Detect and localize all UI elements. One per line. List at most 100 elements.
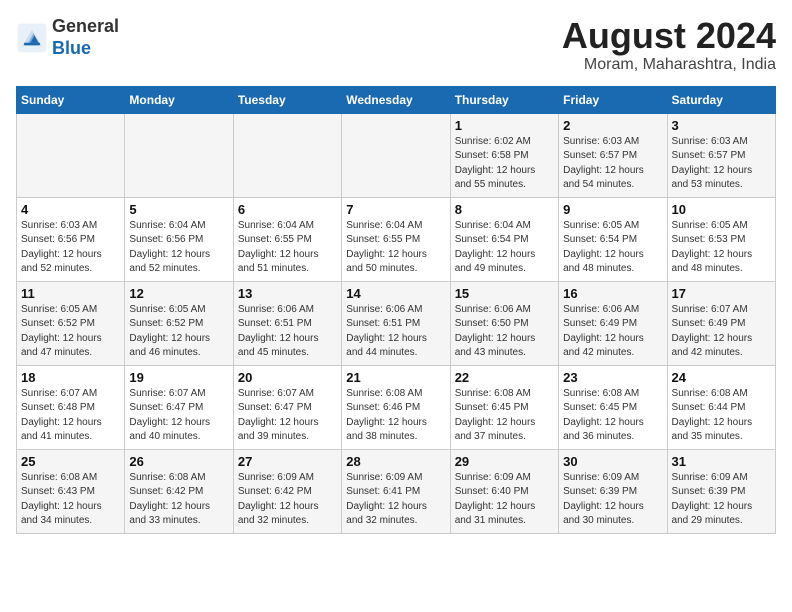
calendar-cell: 3 Sunrise: 6:03 AM Sunset: 6:57 PM Daylig… bbox=[667, 113, 775, 197]
calendar-cell: 21 Sunrise: 6:08 AM Sunset: 6:46 PM Dayli… bbox=[342, 365, 450, 449]
day-number: 11 bbox=[21, 286, 120, 301]
calendar-cell: 11 Sunrise: 6:05 AM Sunset: 6:52 PM Dayli… bbox=[17, 281, 125, 365]
weekday-header: Sunday bbox=[17, 86, 125, 113]
day-info: Sunrise: 6:04 AM Sunset: 6:56 PM Dayligh… bbox=[129, 219, 228, 277]
month-year-title: August 2024 bbox=[562, 16, 776, 56]
calendar-cell: 9 Sunrise: 6:05 AM Sunset: 6:54 PM Daylig… bbox=[559, 197, 667, 281]
day-info: Sunrise: 6:07 AM Sunset: 6:48 PM Dayligh… bbox=[21, 387, 120, 445]
day-info: Sunrise: 6:09 AM Sunset: 6:42 PM Dayligh… bbox=[238, 471, 337, 529]
day-info: Sunrise: 6:08 AM Sunset: 6:46 PM Dayligh… bbox=[346, 387, 445, 445]
day-info: Sunrise: 6:05 AM Sunset: 6:52 PM Dayligh… bbox=[21, 303, 120, 361]
calendar-cell: 4Sunrise: 6:03 AM Sunset: 6:56 PM Daylig… bbox=[17, 197, 125, 281]
day-number: 16 bbox=[563, 286, 662, 301]
day-number: 2 bbox=[563, 118, 662, 133]
calendar-cell: 13 Sunrise: 6:06 AM Sunset: 6:51 PM Dayli… bbox=[233, 281, 341, 365]
day-number: 24 bbox=[672, 370, 771, 385]
day-info: Sunrise: 6:09 AM Sunset: 6:40 PM Dayligh… bbox=[455, 471, 554, 529]
calendar-cell: 15 Sunrise: 6:06 AM Sunset: 6:50 PM Dayli… bbox=[450, 281, 558, 365]
calendar-header: SundayMondayTuesdayWednesdayThursdayFrid… bbox=[17, 86, 776, 113]
day-number: 14 bbox=[346, 286, 445, 301]
day-info: Sunrise: 6:04 AM Sunset: 6:54 PM Dayligh… bbox=[455, 219, 554, 277]
day-info: Sunrise: 6:08 AM Sunset: 6:42 PM Dayligh… bbox=[129, 471, 228, 529]
day-number: 10 bbox=[672, 202, 771, 217]
day-number: 15 bbox=[455, 286, 554, 301]
day-number: 19 bbox=[129, 370, 228, 385]
day-number: 18 bbox=[21, 370, 120, 385]
day-number: 6 bbox=[238, 202, 337, 217]
weekday-header: Saturday bbox=[667, 86, 775, 113]
weekday-header: Monday bbox=[125, 86, 233, 113]
calendar-cell: 25Sunrise: 6:08 AM Sunset: 6:43 PM Dayli… bbox=[17, 449, 125, 533]
weekday-header: Tuesday bbox=[233, 86, 341, 113]
day-number: 3 bbox=[672, 118, 771, 133]
day-number: 12 bbox=[129, 286, 228, 301]
day-number: 26 bbox=[129, 454, 228, 469]
calendar-cell: 12 Sunrise: 6:05 AM Sunset: 6:52 PM Dayli… bbox=[125, 281, 233, 365]
day-number: 21 bbox=[346, 370, 445, 385]
calendar-cell bbox=[233, 113, 341, 197]
day-number: 23 bbox=[563, 370, 662, 385]
day-number: 30 bbox=[563, 454, 662, 469]
calendar-cell: 8Sunrise: 6:04 AM Sunset: 6:54 PM Daylig… bbox=[450, 197, 558, 281]
day-number: 22 bbox=[455, 370, 554, 385]
page-header: General Blue August 2024 Moram, Maharash… bbox=[16, 16, 776, 74]
calendar-cell: 27 Sunrise: 6:09 AM Sunset: 6:42 PM Dayli… bbox=[233, 449, 341, 533]
day-info: Sunrise: 6:08 AM Sunset: 6:43 PM Dayligh… bbox=[21, 471, 120, 529]
day-number: 5 bbox=[129, 202, 228, 217]
calendar-cell: 7 Sunrise: 6:04 AM Sunset: 6:55 PM Daylig… bbox=[342, 197, 450, 281]
logo-icon bbox=[16, 22, 48, 54]
day-info: Sunrise: 6:03 AM Sunset: 6:56 PM Dayligh… bbox=[21, 219, 120, 277]
location-subtitle: Moram, Maharashtra, India bbox=[562, 56, 776, 74]
day-info: Sunrise: 6:03 AM Sunset: 6:57 PM Dayligh… bbox=[563, 135, 662, 193]
calendar-cell: 28Sunrise: 6:09 AM Sunset: 6:41 PM Dayli… bbox=[342, 449, 450, 533]
day-number: 7 bbox=[346, 202, 445, 217]
day-info: Sunrise: 6:04 AM Sunset: 6:55 PM Dayligh… bbox=[238, 219, 337, 277]
day-number: 29 bbox=[455, 454, 554, 469]
day-info: Sunrise: 6:04 AM Sunset: 6:55 PM Dayligh… bbox=[346, 219, 445, 277]
day-number: 31 bbox=[672, 454, 771, 469]
calendar-cell: 19 Sunrise: 6:07 AM Sunset: 6:47 PM Dayli… bbox=[125, 365, 233, 449]
day-info: Sunrise: 6:06 AM Sunset: 6:49 PM Dayligh… bbox=[563, 303, 662, 361]
day-info: Sunrise: 6:07 AM Sunset: 6:47 PM Dayligh… bbox=[238, 387, 337, 445]
calendar-cell: 17 Sunrise: 6:07 AM Sunset: 6:49 PM Dayli… bbox=[667, 281, 775, 365]
calendar-cell: 20 Sunrise: 6:07 AM Sunset: 6:47 PM Dayli… bbox=[233, 365, 341, 449]
logo: General Blue bbox=[16, 16, 119, 59]
calendar-cell: 26 Sunrise: 6:08 AM Sunset: 6:42 PM Dayli… bbox=[125, 449, 233, 533]
day-info: Sunrise: 6:05 AM Sunset: 6:52 PM Dayligh… bbox=[129, 303, 228, 361]
day-info: Sunrise: 6:08 AM Sunset: 6:45 PM Dayligh… bbox=[563, 387, 662, 445]
day-info: Sunrise: 6:03 AM Sunset: 6:57 PM Dayligh… bbox=[672, 135, 771, 193]
day-info: Sunrise: 6:06 AM Sunset: 6:51 PM Dayligh… bbox=[346, 303, 445, 361]
title-block: August 2024 Moram, Maharashtra, India bbox=[562, 16, 776, 74]
day-number: 20 bbox=[238, 370, 337, 385]
day-info: Sunrise: 6:05 AM Sunset: 6:53 PM Dayligh… bbox=[672, 219, 771, 277]
day-number: 13 bbox=[238, 286, 337, 301]
day-info: Sunrise: 6:07 AM Sunset: 6:47 PM Dayligh… bbox=[129, 387, 228, 445]
day-info: Sunrise: 6:08 AM Sunset: 6:45 PM Dayligh… bbox=[455, 387, 554, 445]
calendar-cell: 29 Sunrise: 6:09 AM Sunset: 6:40 PM Dayli… bbox=[450, 449, 558, 533]
calendar-cell: 1 Sunrise: 6:02 AM Sunset: 6:58 PM Daylig… bbox=[450, 113, 558, 197]
day-info: Sunrise: 6:05 AM Sunset: 6:54 PM Dayligh… bbox=[563, 219, 662, 277]
day-number: 1 bbox=[455, 118, 554, 133]
calendar-cell: 22 Sunrise: 6:08 AM Sunset: 6:45 PM Dayli… bbox=[450, 365, 558, 449]
calendar-cell: 2 Sunrise: 6:03 AM Sunset: 6:57 PM Daylig… bbox=[559, 113, 667, 197]
day-number: 28 bbox=[346, 454, 445, 469]
day-info: Sunrise: 6:07 AM Sunset: 6:49 PM Dayligh… bbox=[672, 303, 771, 361]
day-info: Sunrise: 6:06 AM Sunset: 6:50 PM Dayligh… bbox=[455, 303, 554, 361]
weekday-header: Thursday bbox=[450, 86, 558, 113]
calendar-cell: 31 Sunrise: 6:09 AM Sunset: 6:39 PM Dayli… bbox=[667, 449, 775, 533]
day-info: Sunrise: 6:09 AM Sunset: 6:39 PM Dayligh… bbox=[672, 471, 771, 529]
day-number: 9 bbox=[563, 202, 662, 217]
calendar-cell: 10 Sunrise: 6:05 AM Sunset: 6:53 PM Dayli… bbox=[667, 197, 775, 281]
logo-text: General Blue bbox=[52, 16, 119, 59]
calendar-cell: 24 Sunrise: 6:08 AM Sunset: 6:44 PM Dayli… bbox=[667, 365, 775, 449]
calendar-cell bbox=[342, 113, 450, 197]
day-info: Sunrise: 6:06 AM Sunset: 6:51 PM Dayligh… bbox=[238, 303, 337, 361]
calendar-cell: 6 Sunrise: 6:04 AM Sunset: 6:55 PM Daylig… bbox=[233, 197, 341, 281]
calendar-cell: 14 Sunrise: 6:06 AM Sunset: 6:51 PM Dayli… bbox=[342, 281, 450, 365]
day-number: 27 bbox=[238, 454, 337, 469]
calendar-cell: 23 Sunrise: 6:08 AM Sunset: 6:45 PM Dayli… bbox=[559, 365, 667, 449]
day-info: Sunrise: 6:02 AM Sunset: 6:58 PM Dayligh… bbox=[455, 135, 554, 193]
day-number: 17 bbox=[672, 286, 771, 301]
day-info: Sunrise: 6:08 AM Sunset: 6:44 PM Dayligh… bbox=[672, 387, 771, 445]
weekday-header: Wednesday bbox=[342, 86, 450, 113]
